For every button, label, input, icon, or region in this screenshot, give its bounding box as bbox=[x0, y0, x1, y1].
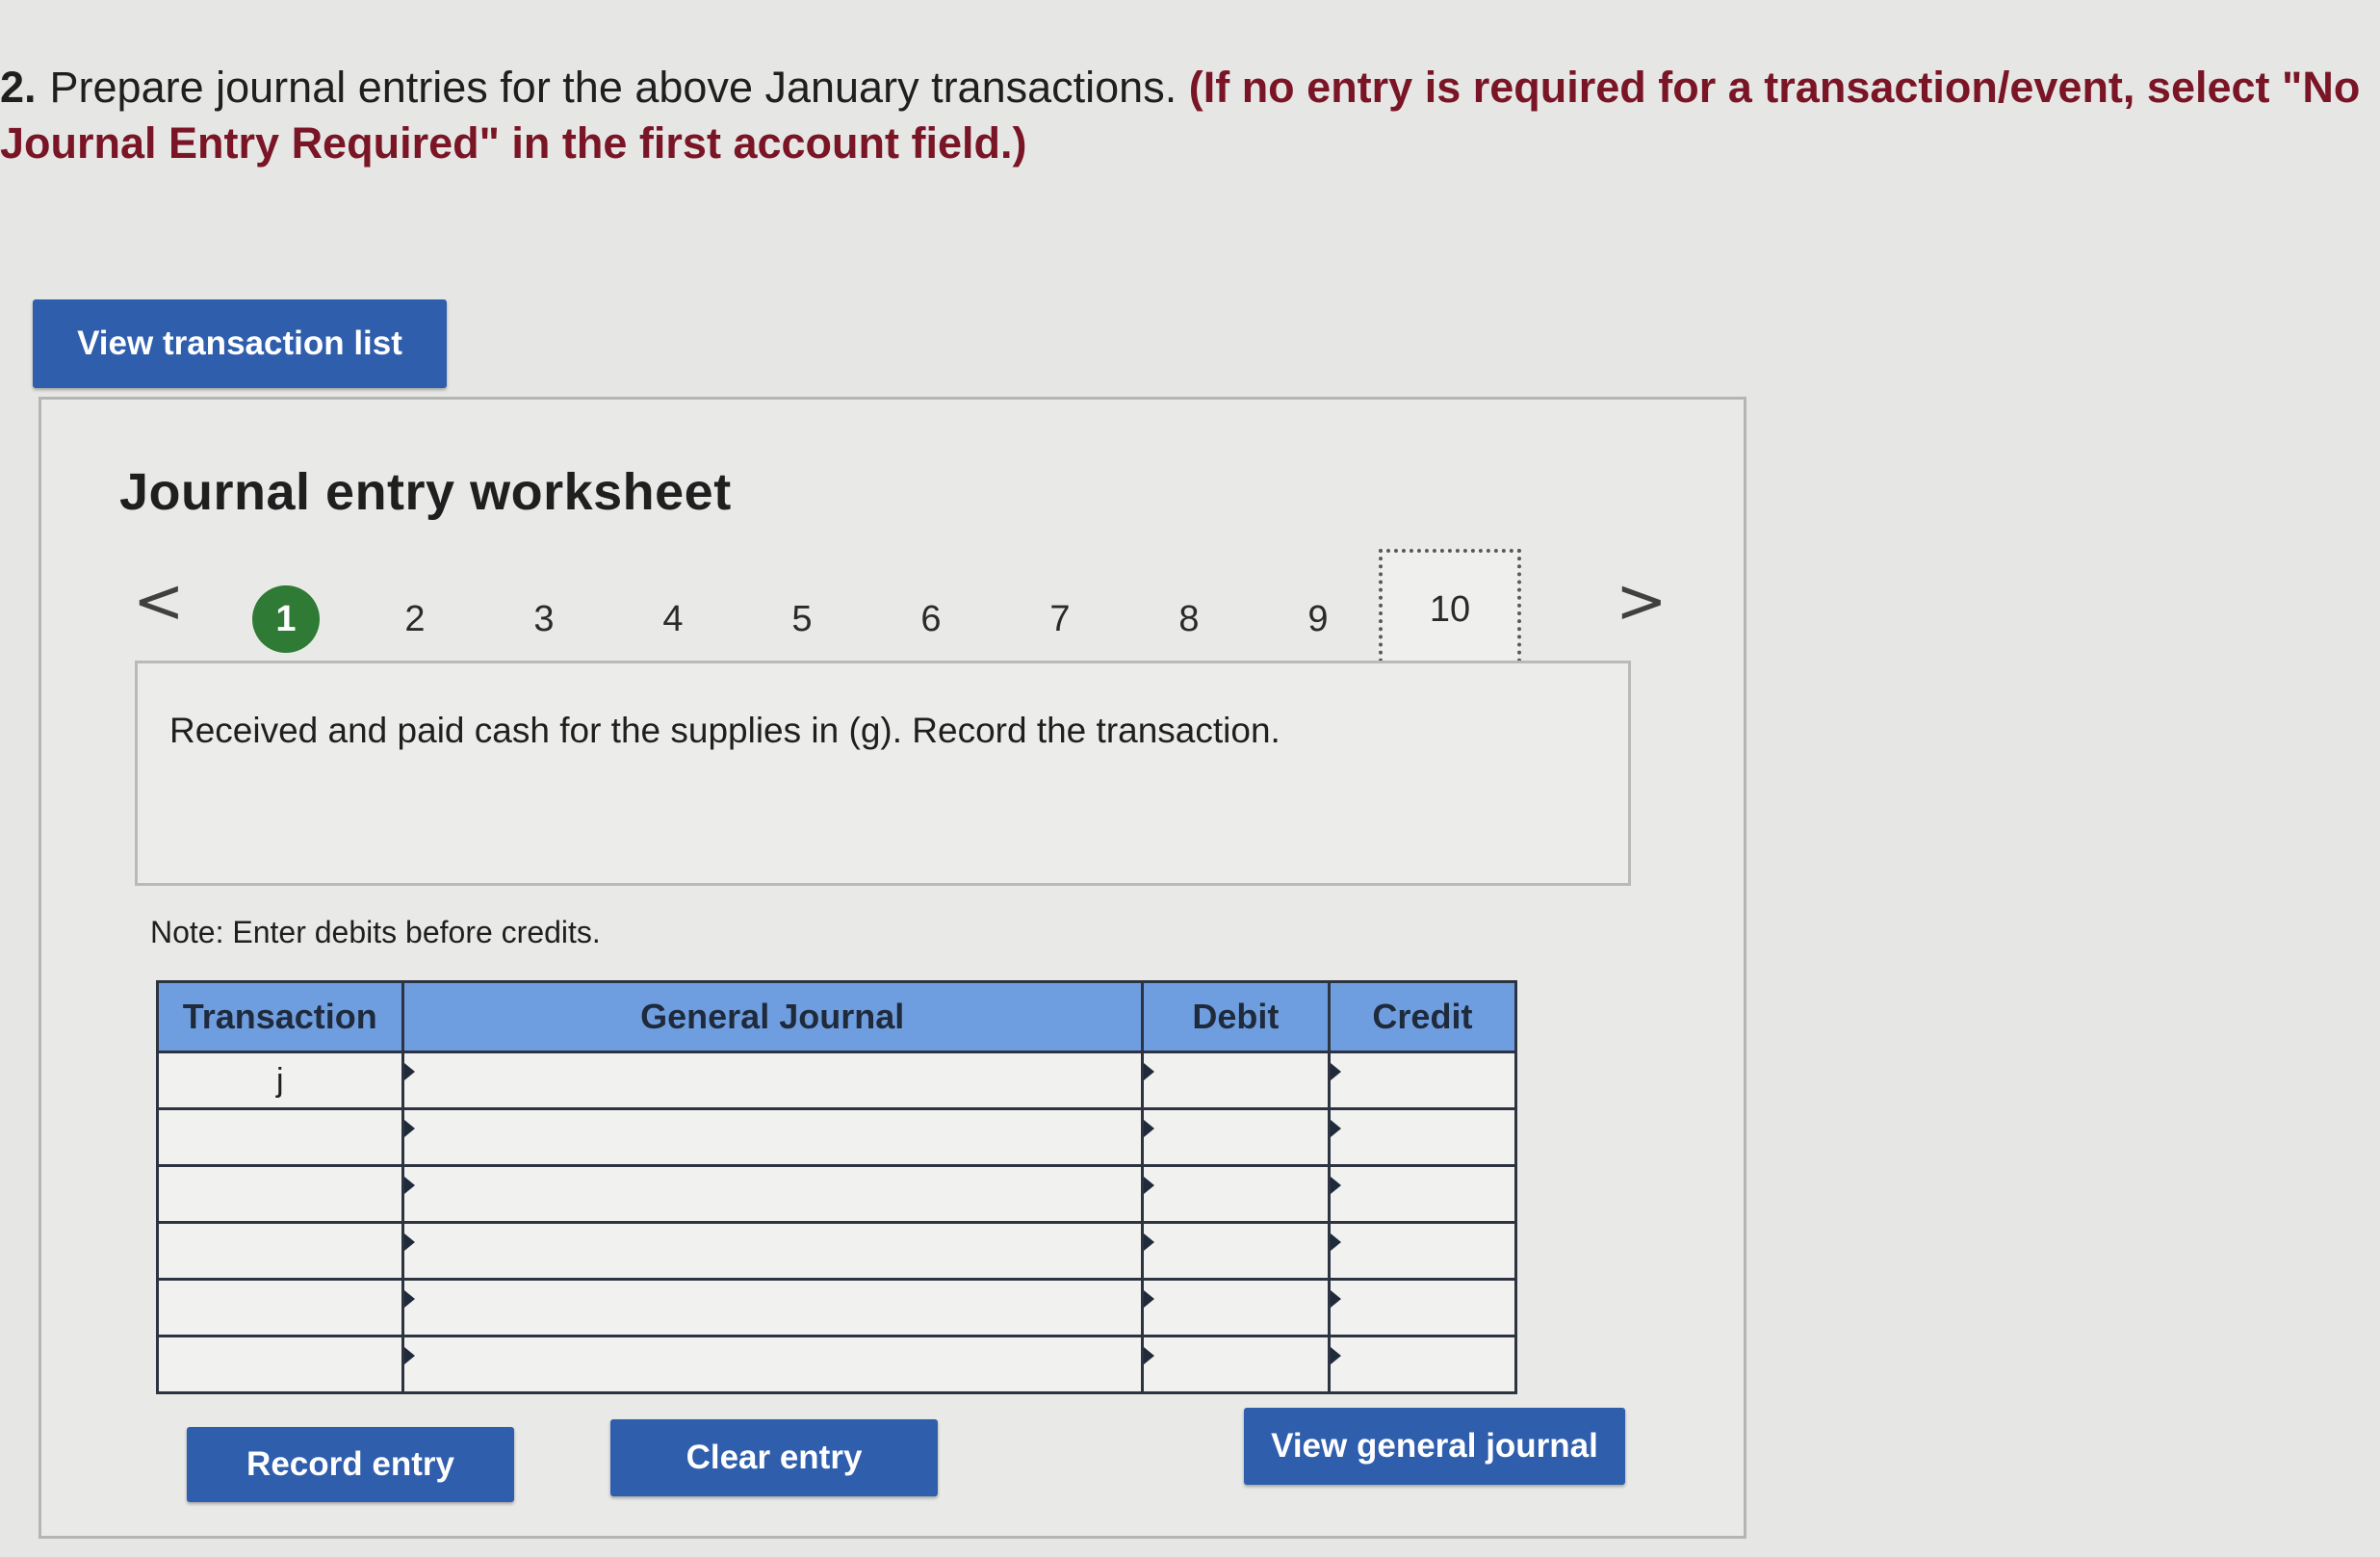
transaction-cell bbox=[156, 1164, 404, 1224]
prev-arrow-icon[interactable]: < bbox=[133, 566, 185, 637]
account-select[interactable] bbox=[401, 1335, 1144, 1394]
transaction-cell: j bbox=[156, 1051, 404, 1110]
debit-input[interactable] bbox=[1140, 1221, 1331, 1281]
credit-input[interactable] bbox=[1327, 1335, 1518, 1394]
debit-input[interactable] bbox=[1140, 1164, 1331, 1224]
journal-table: Transaction General Journal Debit Credit… bbox=[156, 980, 1518, 1394]
debit-input[interactable] bbox=[1140, 1107, 1331, 1167]
credit-input[interactable] bbox=[1327, 1221, 1518, 1281]
transaction-description: Received and paid cash for the supplies … bbox=[169, 711, 1281, 750]
transaction-description-box bbox=[135, 661, 1631, 886]
step-8[interactable]: 8 bbox=[1155, 585, 1223, 653]
journal-header-row: Transaction General Journal Debit Credit bbox=[156, 980, 1518, 1053]
transaction-cell bbox=[156, 1221, 404, 1281]
account-select[interactable] bbox=[401, 1107, 1144, 1167]
header-debit: Debit bbox=[1140, 980, 1331, 1053]
next-arrow-icon[interactable]: > bbox=[1616, 566, 1668, 637]
table-row bbox=[156, 1107, 1518, 1167]
step-6[interactable]: 6 bbox=[897, 585, 965, 653]
question-text: Prepare journal entries for the above Ja… bbox=[49, 63, 1177, 112]
debit-input[interactable] bbox=[1140, 1335, 1331, 1394]
step-10[interactable]: 10 bbox=[1379, 549, 1521, 670]
table-row bbox=[156, 1278, 1518, 1337]
table-row bbox=[156, 1164, 1518, 1224]
view-transaction-list-button[interactable]: View transaction list bbox=[33, 299, 447, 388]
view-general-journal-button[interactable]: View general journal bbox=[1244, 1408, 1625, 1485]
table-row bbox=[156, 1221, 1518, 1281]
record-entry-button[interactable]: Record entry bbox=[187, 1427, 514, 1502]
page: 2. Prepare journal entries for the above … bbox=[0, 0, 2380, 1557]
question-number: 2. bbox=[0, 63, 37, 112]
transaction-cell bbox=[156, 1107, 404, 1167]
question-prompt: 2. Prepare journal entries for the above … bbox=[0, 60, 2368, 171]
header-credit: Credit bbox=[1327, 980, 1518, 1053]
step-2[interactable]: 2 bbox=[381, 585, 449, 653]
step-4[interactable]: 4 bbox=[639, 585, 707, 653]
debit-input[interactable] bbox=[1140, 1278, 1331, 1337]
worksheet-title: Journal entry worksheet bbox=[119, 463, 732, 521]
credit-input[interactable] bbox=[1327, 1107, 1518, 1167]
transaction-cell bbox=[156, 1278, 404, 1337]
entry-note: Note: Enter debits before credits. bbox=[150, 915, 601, 949]
debit-input[interactable] bbox=[1140, 1051, 1331, 1110]
step-3[interactable]: 3 bbox=[510, 585, 578, 653]
table-row bbox=[156, 1335, 1518, 1394]
transaction-cell bbox=[156, 1335, 404, 1394]
clear-entry-button[interactable]: Clear entry bbox=[610, 1419, 938, 1496]
credit-input[interactable] bbox=[1327, 1051, 1518, 1110]
credit-input[interactable] bbox=[1327, 1278, 1518, 1337]
credit-input[interactable] bbox=[1327, 1164, 1518, 1224]
step-7[interactable]: 7 bbox=[1026, 585, 1094, 653]
step-5[interactable]: 5 bbox=[768, 585, 836, 653]
account-select[interactable] bbox=[401, 1164, 1144, 1224]
account-select[interactable] bbox=[401, 1221, 1144, 1281]
account-select[interactable] bbox=[401, 1051, 1144, 1110]
account-select[interactable] bbox=[401, 1278, 1144, 1337]
header-general-journal: General Journal bbox=[401, 980, 1144, 1053]
header-transaction: Transaction bbox=[156, 980, 404, 1053]
table-row: j bbox=[156, 1051, 1518, 1110]
step-9[interactable]: 9 bbox=[1284, 585, 1352, 653]
transaction-pager: < 1 2 3 4 5 6 7 8 9 10 > bbox=[125, 549, 1668, 674]
step-1[interactable]: 1 bbox=[252, 585, 320, 653]
